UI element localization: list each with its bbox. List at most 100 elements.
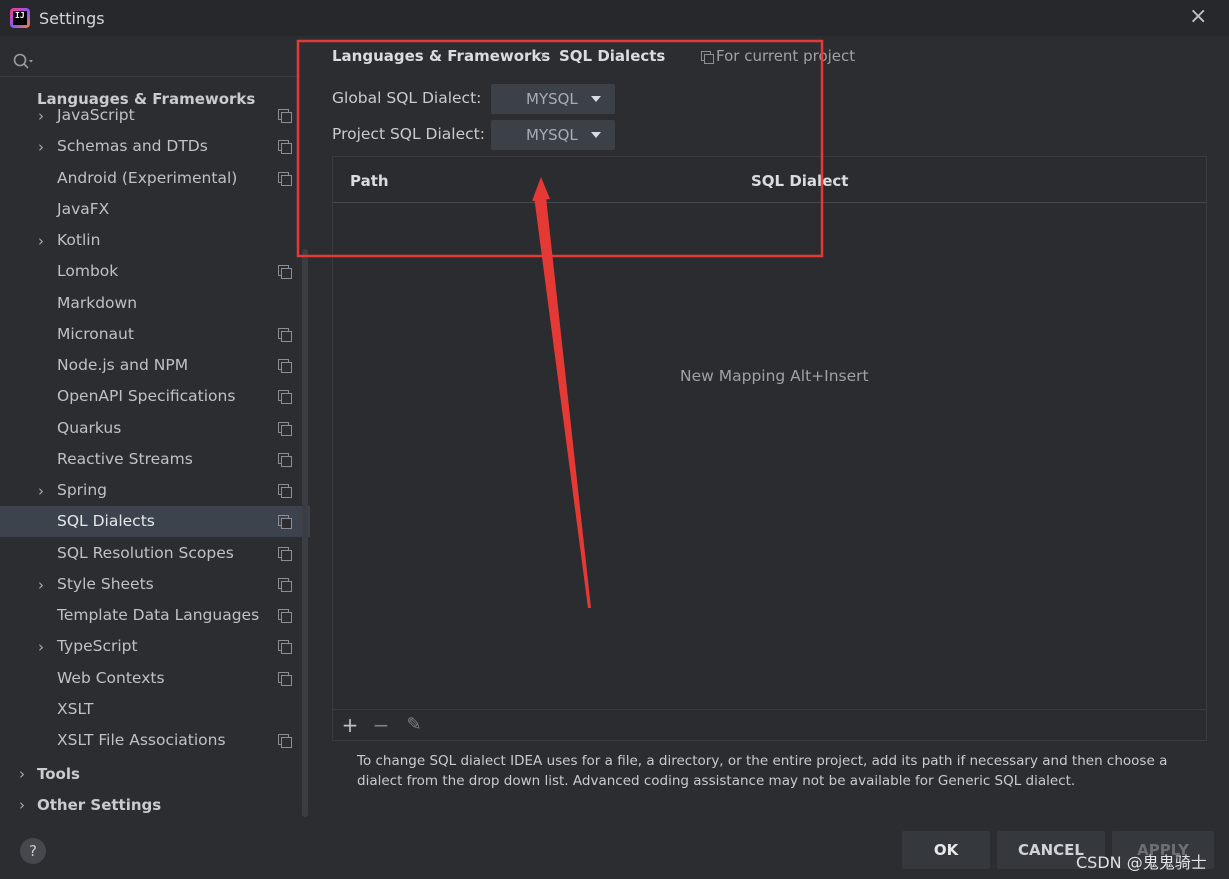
- sidebar-item-label: Tools: [37, 765, 80, 783]
- settings-sidebar: Languages & Frameworks › JavaScript › Schem…: [0, 36, 312, 879]
- project-scope-icon: [278, 640, 292, 655]
- sidebar-item-quarkus[interactable]: Quarkus: [0, 413, 310, 444]
- add-icon[interactable]: +: [339, 714, 361, 736]
- sidebar-item-openapi-specifications[interactable]: OpenAPI Specifications: [0, 381, 310, 412]
- sidebar-scrollbar[interactable]: [302, 249, 308, 817]
- sidebar-item-label: Template Data Languages: [57, 606, 260, 624]
- sidebar-item-label: SQL Resolution Scopes: [57, 543, 234, 562]
- sidebar-item-label: Style Sheets: [57, 574, 154, 593]
- dropdown-arrow-icon: [591, 96, 601, 102]
- sidebar-item-tools[interactable]: › Tools: [0, 759, 310, 790]
- project-scope-icon: [278, 484, 292, 498]
- sidebar-item-label: Node.js and NPM: [57, 356, 189, 374]
- project-dialect-value: MYSQL: [526, 126, 578, 144]
- sidebar-item-label: SQL Dialects: [57, 512, 155, 531]
- dropdown-arrow-icon: [591, 132, 601, 138]
- close-icon[interactable]: ×: [1189, 6, 1207, 28]
- sidebar-item-reactive-streams[interactable]: Reactive Streams: [0, 444, 310, 475]
- sidebar-item-label: Lombok: [57, 262, 119, 281]
- sidebar-item-label: Kotlin: [57, 231, 101, 249]
- remove-icon[interactable]: −: [370, 714, 392, 736]
- help-description: To change SQL dialect IDEA uses for a fi…: [357, 753, 1168, 789]
- sidebar-item-micronaut[interactable]: Micronaut: [0, 319, 310, 350]
- project-dialect-select[interactable]: MYSQL: [491, 120, 615, 150]
- sidebar-item-label: XSLT: [57, 699, 94, 718]
- global-dialect-select[interactable]: MYSQL: [491, 84, 615, 114]
- window-title: Settings: [39, 9, 105, 28]
- ok-button[interactable]: OK: [902, 831, 990, 869]
- project-scope-icon: [278, 734, 292, 748]
- sidebar-item-label: XSLT File Associations: [57, 731, 226, 749]
- sidebar-item-markdown[interactable]: Markdown: [0, 288, 310, 319]
- sidebar-item-label: Android (Experimental): [57, 168, 238, 187]
- project-dialect-label: Project SQL Dialect:: [332, 125, 485, 143]
- settings-search[interactable]: [10, 50, 310, 74]
- copy-icon: [701, 51, 714, 64]
- chevron-right-icon: ›: [19, 765, 25, 783]
- project-scope-icon: [278, 421, 292, 436]
- project-scope-icon: [278, 515, 292, 530]
- table-toolbar: + − ✎: [333, 709, 1206, 741]
- sidebar-item-template-data-languages[interactable]: Template Data Languages: [0, 600, 310, 631]
- sidebar-item-javafx[interactable]: JavaFX: [0, 194, 310, 225]
- sidebar-item-label: Schemas and DTDs: [57, 137, 208, 156]
- sidebar-item-label: Spring: [57, 481, 108, 499]
- project-scope-icon: [278, 265, 292, 280]
- sidebar-item-other-settings[interactable]: › Other Settings: [0, 790, 310, 821]
- scope-label: For current project: [716, 47, 856, 65]
- project-scope-icon: [278, 327, 292, 342]
- sidebar-item-kotlin[interactable]: › Kotlin: [0, 225, 310, 256]
- table-header: Path SQL Dialect: [333, 157, 1206, 203]
- project-scope-icon: [278, 609, 292, 623]
- breadcrumb-separator-icon: ›: [540, 46, 546, 64]
- sidebar-item-label: Other Settings: [37, 796, 162, 814]
- title-bar: IJ Settings ×: [0, 0, 1229, 36]
- project-scope-icon: [278, 109, 292, 123]
- chevron-right-icon[interactable]: ›: [38, 232, 44, 250]
- sidebar-item-label: Reactive Streams: [57, 449, 193, 468]
- column-header-path[interactable]: Path: [350, 172, 389, 190]
- project-scope-icon: [278, 671, 292, 686]
- sidebar-item-spring[interactable]: › Spring: [0, 475, 310, 506]
- sidebar-item-lombok[interactable]: Lombok: [0, 256, 310, 287]
- sidebar-item-label: Markdown: [57, 293, 138, 312]
- sidebar-item-label: Web Contexts: [57, 668, 165, 687]
- sidebar-item-xslt[interactable]: XSLT: [0, 694, 310, 725]
- sidebar-item-node-js-and-npm[interactable]: Node.js and NPM: [0, 350, 310, 381]
- global-dialect-label: Global SQL Dialect:: [332, 89, 482, 107]
- sidebar-item-typescript[interactable]: › TypeScript: [0, 631, 310, 662]
- project-scope-icon: [278, 140, 292, 155]
- breadcrumb-parent[interactable]: Languages & Frameworks: [332, 47, 550, 65]
- sidebar-item-javascript[interactable]: › JavaScript: [0, 100, 310, 131]
- settings-content: Languages & Frameworks › SQL Dialects Fo…: [312, 36, 1229, 879]
- chevron-right-icon[interactable]: ›: [38, 138, 44, 156]
- watermark: CSDN @鬼鬼骑士: [1076, 853, 1207, 872]
- sidebar-item-label: Quarkus: [57, 418, 122, 437]
- project-scope-icon: [278, 577, 292, 592]
- search-icon: [13, 53, 33, 69]
- sidebar-item-schemas-and-dtds[interactable]: › Schemas and DTDs: [0, 131, 310, 162]
- help-button[interactable]: ?: [20, 838, 46, 864]
- sidebar-item-label: TypeScript: [57, 637, 138, 656]
- chevron-right-icon[interactable]: ›: [38, 482, 44, 500]
- sidebar-item-sql-dialects[interactable]: SQL Dialects: [0, 506, 310, 538]
- column-header-sql-dialect[interactable]: SQL Dialect: [751, 172, 848, 190]
- edit-icon[interactable]: ✎: [403, 714, 425, 736]
- dialect-mapping-table[interactable]: Path SQL Dialect New Mapping Alt+Insert …: [332, 156, 1207, 741]
- empty-table-hint[interactable]: New Mapping Alt+Insert: [680, 367, 869, 385]
- sidebar-item-label: JavaScript: [57, 106, 135, 124]
- chevron-right-icon[interactable]: ›: [38, 576, 44, 594]
- sidebar-item-sql-resolution-scopes[interactable]: SQL Resolution Scopes: [0, 538, 310, 569]
- sidebar-item-android-experimental[interactable]: Android (Experimental): [0, 163, 310, 194]
- intellij-logo-icon: IJ: [10, 8, 30, 28]
- sidebar-item-xslt-file-associations[interactable]: XSLT File Associations: [0, 725, 310, 756]
- sidebar-item-style-sheets[interactable]: › Style Sheets: [0, 569, 310, 600]
- sidebar-item-label: OpenAPI Specifications: [57, 387, 236, 406]
- breadcrumb-current: SQL Dialects: [559, 47, 666, 65]
- project-scope-icon: [278, 359, 292, 373]
- chevron-right-icon[interactable]: ›: [38, 638, 44, 656]
- chevron-right-icon[interactable]: ›: [38, 107, 44, 125]
- sidebar-item-web-contexts[interactable]: Web Contexts: [0, 663, 310, 694]
- sidebar-item-label: Micronaut: [57, 324, 134, 343]
- scope-indicator: For current project: [701, 47, 855, 65]
